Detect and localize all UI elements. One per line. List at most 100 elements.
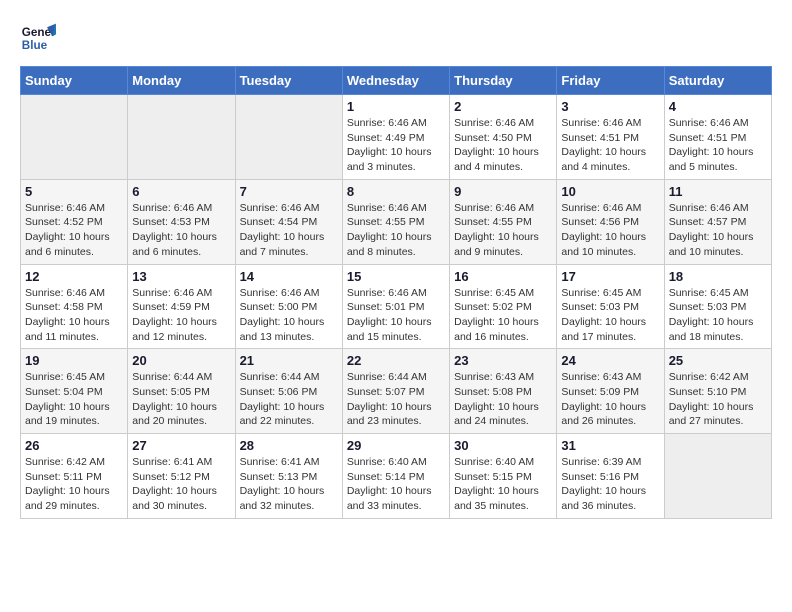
day-info: Sunrise: 6:44 AM Sunset: 5:06 PM Dayligh… — [240, 370, 338, 429]
day-info: Sunrise: 6:46 AM Sunset: 4:50 PM Dayligh… — [454, 116, 552, 175]
day-number: 7 — [240, 184, 338, 199]
calendar-cell: 8 Sunrise: 6:46 AM Sunset: 4:55 PM Daylig… — [342, 179, 449, 264]
calendar-cell: 9 Sunrise: 6:46 AM Sunset: 4:55 PM Daylig… — [450, 179, 557, 264]
calendar-cell: 5Sunrise: 6:46 AM Sunset: 4:52 PM Daylig… — [21, 179, 128, 264]
day-number: 27 — [132, 438, 230, 453]
day-info: Sunrise: 6:43 AM Sunset: 5:08 PM Dayligh… — [454, 370, 552, 429]
day-info: Sunrise: 6:46 AM Sunset: 4:55 PM Dayligh… — [347, 201, 445, 260]
calendar-cell: 19 Sunrise: 6:45 AM Sunset: 5:04 PM Dayli… — [21, 349, 128, 434]
calendar-cell: 11 Sunrise: 6:46 AM Sunset: 4:57 PM Dayli… — [664, 179, 771, 264]
calendar-week-row: 19 Sunrise: 6:45 AM Sunset: 5:04 PM Dayli… — [21, 349, 772, 434]
day-info: Sunrise: 6:40 AM Sunset: 5:15 PM Dayligh… — [454, 455, 552, 514]
calendar-cell: 28Sunrise: 6:41 AM Sunset: 5:13 PM Dayli… — [235, 434, 342, 519]
day-info: Sunrise: 6:46 AM Sunset: 4:55 PM Dayligh… — [454, 201, 552, 260]
logo-icon: General Blue — [20, 20, 56, 56]
weekday-header-row: SundayMondayTuesdayWednesdayThursdayFrid… — [21, 67, 772, 95]
day-info: Sunrise: 6:46 AM Sunset: 4:54 PM Dayligh… — [240, 201, 338, 260]
day-number: 2 — [454, 99, 552, 114]
calendar-cell — [235, 95, 342, 180]
day-number: 6 — [132, 184, 230, 199]
day-info: Sunrise: 6:46 AM Sunset: 4:56 PM Dayligh… — [561, 201, 659, 260]
day-info: Sunrise: 6:45 AM Sunset: 5:02 PM Dayligh… — [454, 286, 552, 345]
day-number: 15 — [347, 269, 445, 284]
day-info: Sunrise: 6:41 AM Sunset: 5:12 PM Dayligh… — [132, 455, 230, 514]
day-number: 30 — [454, 438, 552, 453]
calendar-cell: 16 Sunrise: 6:45 AM Sunset: 5:02 PM Dayli… — [450, 264, 557, 349]
day-number: 20 — [132, 353, 230, 368]
day-info: Sunrise: 6:44 AM Sunset: 5:05 PM Dayligh… — [132, 370, 230, 429]
day-number: 22 — [347, 353, 445, 368]
day-number: 21 — [240, 353, 338, 368]
day-number: 4 — [669, 99, 767, 114]
day-number: 3 — [561, 99, 659, 114]
day-info: Sunrise: 6:41 AM Sunset: 5:13 PM Dayligh… — [240, 455, 338, 514]
logo: General Blue — [20, 20, 60, 56]
day-number: 23 — [454, 353, 552, 368]
day-info: Sunrise: 6:46 AM Sunset: 4:53 PM Dayligh… — [132, 201, 230, 260]
day-number: 25 — [669, 353, 767, 368]
calendar-cell: 31Sunrise: 6:39 AM Sunset: 5:16 PM Dayli… — [557, 434, 664, 519]
day-info: Sunrise: 6:46 AM Sunset: 4:57 PM Dayligh… — [669, 201, 767, 260]
calendar-cell: 17Sunrise: 6:45 AM Sunset: 5:03 PM Dayli… — [557, 264, 664, 349]
day-info: Sunrise: 6:46 AM Sunset: 4:51 PM Dayligh… — [669, 116, 767, 175]
weekday-header-sunday: Sunday — [21, 67, 128, 95]
calendar-cell: 1 Sunrise: 6:46 AM Sunset: 4:49 PM Daylig… — [342, 95, 449, 180]
day-number: 12 — [25, 269, 123, 284]
calendar-cell: 26Sunrise: 6:42 AM Sunset: 5:11 PM Dayli… — [21, 434, 128, 519]
weekday-header-thursday: Thursday — [450, 67, 557, 95]
day-number: 11 — [669, 184, 767, 199]
calendar-cell: 20 Sunrise: 6:44 AM Sunset: 5:05 PM Dayli… — [128, 349, 235, 434]
day-number: 8 — [347, 184, 445, 199]
calendar-week-row: 26Sunrise: 6:42 AM Sunset: 5:11 PM Dayli… — [21, 434, 772, 519]
calendar-cell: 21 Sunrise: 6:44 AM Sunset: 5:06 PM Dayli… — [235, 349, 342, 434]
calendar-table: SundayMondayTuesdayWednesdayThursdayFrid… — [20, 66, 772, 519]
calendar-cell: 13 Sunrise: 6:46 AM Sunset: 4:59 PM Dayli… — [128, 264, 235, 349]
weekday-header-friday: Friday — [557, 67, 664, 95]
calendar-cell: 2 Sunrise: 6:46 AM Sunset: 4:50 PM Daylig… — [450, 95, 557, 180]
day-number: 13 — [132, 269, 230, 284]
day-number: 16 — [454, 269, 552, 284]
day-number: 18 — [669, 269, 767, 284]
day-info: Sunrise: 6:46 AM Sunset: 5:01 PM Dayligh… — [347, 286, 445, 345]
day-info: Sunrise: 6:43 AM Sunset: 5:09 PM Dayligh… — [561, 370, 659, 429]
day-info: Sunrise: 6:46 AM Sunset: 5:00 PM Dayligh… — [240, 286, 338, 345]
calendar-cell: 7 Sunrise: 6:46 AM Sunset: 4:54 PM Daylig… — [235, 179, 342, 264]
day-info: Sunrise: 6:40 AM Sunset: 5:14 PM Dayligh… — [347, 455, 445, 514]
day-number: 29 — [347, 438, 445, 453]
weekday-header-saturday: Saturday — [664, 67, 771, 95]
calendar-cell: 3 Sunrise: 6:46 AM Sunset: 4:51 PM Daylig… — [557, 95, 664, 180]
day-info: Sunrise: 6:46 AM Sunset: 4:58 PM Dayligh… — [25, 286, 123, 345]
calendar-cell: 22 Sunrise: 6:44 AM Sunset: 5:07 PM Dayli… — [342, 349, 449, 434]
day-number: 26 — [25, 438, 123, 453]
calendar-cell: 12 Sunrise: 6:46 AM Sunset: 4:58 PM Dayli… — [21, 264, 128, 349]
day-number: 17 — [561, 269, 659, 284]
day-info: Sunrise: 6:46 AM Sunset: 4:51 PM Dayligh… — [561, 116, 659, 175]
calendar-cell: 30 Sunrise: 6:40 AM Sunset: 5:15 PM Dayli… — [450, 434, 557, 519]
calendar-week-row: 1 Sunrise: 6:46 AM Sunset: 4:49 PM Daylig… — [21, 95, 772, 180]
day-number: 19 — [25, 353, 123, 368]
weekday-header-monday: Monday — [128, 67, 235, 95]
day-number: 10 — [561, 184, 659, 199]
day-info: Sunrise: 6:46 AM Sunset: 4:49 PM Dayligh… — [347, 116, 445, 175]
weekday-header-wednesday: Wednesday — [342, 67, 449, 95]
calendar-cell: 23 Sunrise: 6:43 AM Sunset: 5:08 PM Dayli… — [450, 349, 557, 434]
day-number: 1 — [347, 99, 445, 114]
day-number: 9 — [454, 184, 552, 199]
calendar-cell — [21, 95, 128, 180]
calendar-cell: 14Sunrise: 6:46 AM Sunset: 5:00 PM Dayli… — [235, 264, 342, 349]
weekday-header-tuesday: Tuesday — [235, 67, 342, 95]
calendar-cell: 15 Sunrise: 6:46 AM Sunset: 5:01 PM Dayli… — [342, 264, 449, 349]
calendar-cell: 6 Sunrise: 6:46 AM Sunset: 4:53 PM Daylig… — [128, 179, 235, 264]
day-info: Sunrise: 6:46 AM Sunset: 4:59 PM Dayligh… — [132, 286, 230, 345]
day-info: Sunrise: 6:42 AM Sunset: 5:10 PM Dayligh… — [669, 370, 767, 429]
page-container: General Blue SundayMondayTuesdayWednesda… — [20, 20, 772, 519]
calendar-cell: 25 Sunrise: 6:42 AM Sunset: 5:10 PM Dayli… — [664, 349, 771, 434]
day-info: Sunrise: 6:39 AM Sunset: 5:16 PM Dayligh… — [561, 455, 659, 514]
calendar-cell: 24Sunrise: 6:43 AM Sunset: 5:09 PM Dayli… — [557, 349, 664, 434]
day-info: Sunrise: 6:45 AM Sunset: 5:04 PM Dayligh… — [25, 370, 123, 429]
day-info: Sunrise: 6:45 AM Sunset: 5:03 PM Dayligh… — [669, 286, 767, 345]
calendar-cell — [128, 95, 235, 180]
header-area: General Blue — [20, 20, 772, 56]
day-info: Sunrise: 6:44 AM Sunset: 5:07 PM Dayligh… — [347, 370, 445, 429]
calendar-week-row: 12 Sunrise: 6:46 AM Sunset: 4:58 PM Dayli… — [21, 264, 772, 349]
